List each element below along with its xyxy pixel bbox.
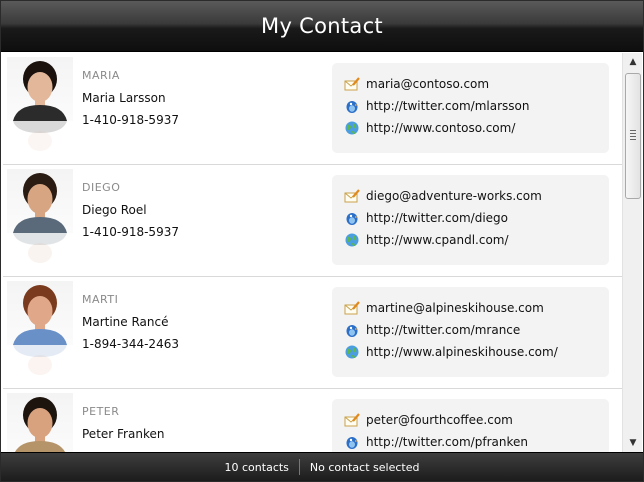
contact-short-name: MARIA [82,69,120,82]
contact-short-name: PETER [82,405,120,418]
status-bar: 10 contacts No contact selected [1,452,643,481]
title-bar: My Contact [1,1,643,52]
twitter-line[interactable]: http://twitter.com/mrance [344,319,609,341]
contact-short-name: MARTI [82,293,119,306]
twitter-bird-icon [344,210,360,226]
contact-full-name: Peter Franken [82,427,165,441]
email-line[interactable]: diego@adventure-works.com [344,185,609,207]
twitter-line[interactable]: http://twitter.com/diego [344,207,609,229]
website-link[interactable]: http://www.alpineskihouse.com/ [366,345,558,359]
portrait-image [7,281,73,377]
email-link[interactable]: maria@contoso.com [366,77,489,91]
vertical-scrollbar[interactable]: ▲ ▼ [622,53,642,452]
envelope-pencil-icon [344,412,360,428]
contact-full-name: Diego Roel [82,203,147,217]
twitter-line[interactable]: http://twitter.com/pfranken [344,431,609,452]
email-line[interactable]: peter@fourthcoffee.com [344,409,609,431]
scroll-thumb[interactable] [625,73,641,199]
twitter-link[interactable]: http://twitter.com/diego [366,211,508,225]
window-title: My Contact [261,14,383,38]
website-link[interactable]: http://www.contoso.com/ [366,121,515,135]
twitter-link[interactable]: http://twitter.com/mlarsson [366,99,530,113]
contact-details-card: martine@alpineskihouse.com http://twitte… [332,287,609,377]
email-line[interactable]: maria@contoso.com [344,73,609,95]
contact-phone: 1-894-344-2463 [82,337,179,351]
twitter-bird-icon [344,434,360,450]
contact-photo [7,57,73,153]
contact-short-name: DIEGO [82,181,121,194]
portrait-image [7,393,73,452]
contact-row[interactable]: PETER Peter Franken peter@fourthcoffee.c… [3,389,622,452]
email-link[interactable]: martine@alpineskihouse.com [366,301,544,315]
email-link[interactable]: peter@fourthcoffee.com [366,413,513,427]
portrait-image [7,57,73,153]
email-line[interactable]: martine@alpineskihouse.com [344,297,609,319]
contact-details-card: peter@fourthcoffee.com http://twitter.co… [332,399,609,452]
globe-icon [344,344,360,360]
globe-icon [344,120,360,136]
globe-icon [344,232,360,248]
email-link[interactable]: diego@adventure-works.com [366,189,542,203]
contact-window: My Contact MARIA Maria Larsson 1-410-918… [0,0,644,482]
scroll-grip-icon [630,130,636,140]
contact-photo [7,281,73,377]
contact-details-card: diego@adventure-works.com http://twitter… [332,175,609,265]
twitter-line[interactable]: http://twitter.com/mlarsson [344,95,609,117]
twitter-link[interactable]: http://twitter.com/mrance [366,323,520,337]
contact-full-name: Martine Rancé [82,315,169,329]
scroll-up-arrow-icon[interactable]: ▲ [626,55,640,69]
contact-phone: 1-410-918-5937 [82,113,179,127]
envelope-pencil-icon [344,188,360,204]
twitter-bird-icon [344,98,360,114]
contact-row[interactable]: MARTI Martine Rancé 1-894-344-2463 marti… [3,277,622,389]
web-line[interactable]: http://www.cpandl.com/ [344,229,609,251]
contact-full-name: Maria Larsson [82,91,166,105]
contact-details-card: maria@contoso.com http://twitter.com/mla… [332,63,609,153]
contact-count: 10 contacts [224,460,289,474]
twitter-bird-icon [344,322,360,338]
portrait-image [7,169,73,265]
contact-photo [7,393,73,452]
contact-row[interactable]: MARIA Maria Larsson 1-410-918-5937 maria… [3,53,622,165]
website-link[interactable]: http://www.cpandl.com/ [366,233,509,247]
contact-photo [7,169,73,265]
contact-row[interactable]: DIEGO Diego Roel 1-410-918-5937 diego@ad… [3,165,622,277]
contact-list[interactable]: MARIA Maria Larsson 1-410-918-5937 maria… [3,53,622,452]
envelope-pencil-icon [344,300,360,316]
twitter-link[interactable]: http://twitter.com/pfranken [366,435,528,449]
web-line[interactable]: http://www.alpineskihouse.com/ [344,341,609,363]
contact-phone: 1-410-918-5937 [82,225,179,239]
web-line[interactable]: http://www.contoso.com/ [344,117,609,139]
selection-status: No contact selected [309,460,420,474]
scroll-down-arrow-icon[interactable]: ▼ [626,436,640,450]
envelope-pencil-icon [344,76,360,92]
